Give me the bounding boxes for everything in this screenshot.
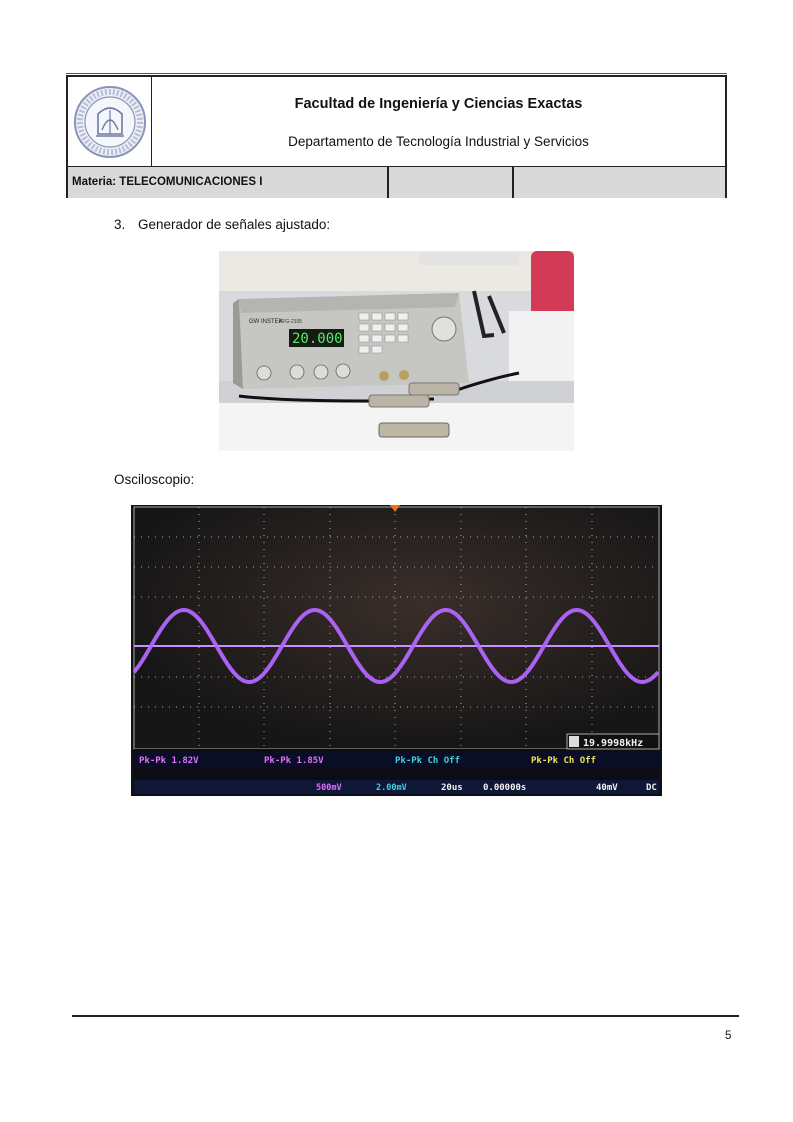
generator-brand: GW INSTEK xyxy=(249,319,283,325)
list-item-3: 3. Generador de señales ajustado: xyxy=(114,217,330,232)
generator-model: AFG-2105 xyxy=(279,319,302,325)
title-cell: Facultad de Ingeniería y Ciencias Exacta… xyxy=(152,77,725,166)
frequency-readout: 19.9998kHz xyxy=(583,738,643,749)
cell-divider xyxy=(387,167,389,198)
document-header: Facultad de Ingeniería y Ciencias Exacta… xyxy=(66,75,727,198)
oscilloscope-label: Osciloscopio: xyxy=(114,472,195,487)
university-seal-logo xyxy=(73,85,146,158)
measure-ch4: Pk-Pk Ch Off xyxy=(531,756,596,766)
logo-cell xyxy=(68,77,152,166)
list-item-text: Generador de señales ajustado: xyxy=(138,217,331,232)
footer-rule xyxy=(72,1015,739,1017)
timebase: 20us xyxy=(441,783,463,793)
trigger-delay: 0.00000s xyxy=(483,783,526,793)
measure-ch1: Pk-Pk 1.82V xyxy=(139,756,199,766)
trigger-level: 40mV xyxy=(596,783,618,793)
signal-generator-photo: 20.000 GW INSTEK AFG-2105 xyxy=(219,251,574,451)
ch3-scale: 2.00mV xyxy=(376,783,407,793)
subject-row: Materia: TELECOMUNICACIONES I xyxy=(68,166,725,198)
measure-ch2: Pk-Pk 1.85V xyxy=(264,756,324,766)
list-item-number: 3. xyxy=(114,217,126,232)
oscilloscope-screen: 19.9998kHz Pk-Pk 1.82V Pk-Pk 1.85V Pk-Pk… xyxy=(131,505,662,796)
ch2-scale: 500mV xyxy=(316,783,342,793)
faculty-title: Facultad de Ingeniería y Ciencias Exacta… xyxy=(294,96,583,112)
page-number: 5 xyxy=(725,1030,732,1042)
department-subtitle: Departamento de Tecnología Industrial y … xyxy=(288,134,589,149)
cell-divider xyxy=(512,167,514,198)
coupling: DC xyxy=(646,783,657,793)
generator-display-value: 20.000 xyxy=(292,331,343,347)
header-top-rule xyxy=(66,73,727,74)
subject-label: Materia: TELECOMUNICACIONES I xyxy=(72,176,263,188)
measure-ch3: Pk-Pk Ch Off xyxy=(395,756,460,766)
